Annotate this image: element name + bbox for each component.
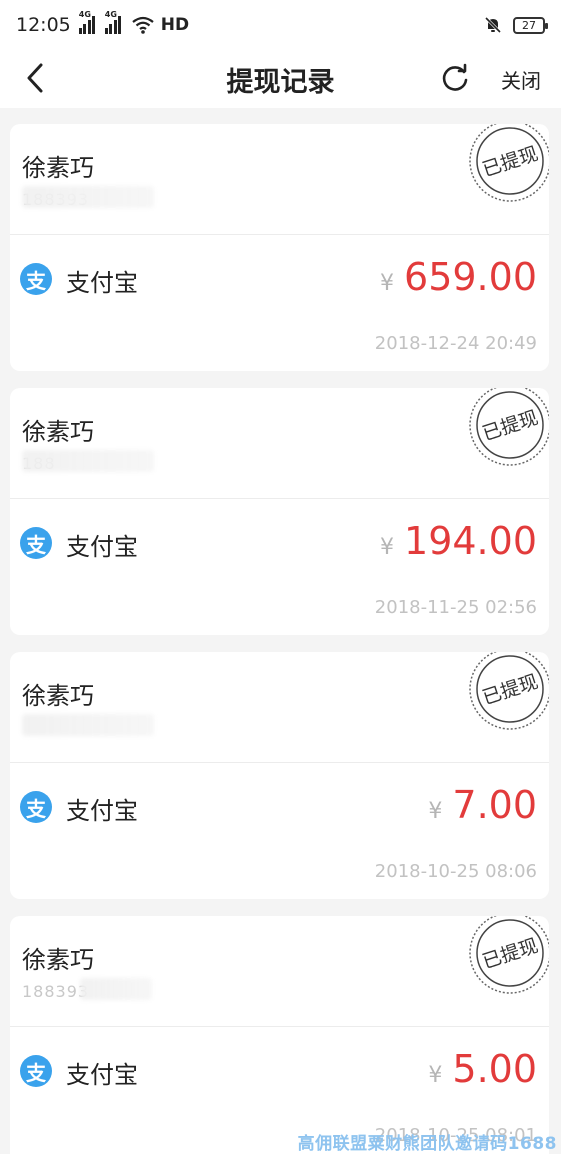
record-card[interactable]: 徐素巧 188 已提现 支 支付宝 ¥ 194.00 2018-11-25 02…: [10, 388, 549, 635]
withdrawn-stamp: 已提现: [469, 388, 549, 466]
record-datetime: 2018-12-24 20:49: [374, 333, 537, 354]
alipay-icon: 支: [20, 263, 52, 295]
refresh-button[interactable]: [438, 60, 472, 96]
record-card[interactable]: 徐素巧 188393 已提现 支 支付宝 ¥ 5.00 2018-10-25 0…: [10, 916, 549, 1154]
record-datetime: 2018-11-25 02:56: [374, 597, 537, 618]
page-title: 提现记录: [226, 66, 335, 98]
withdrawn-stamp: 已提现: [469, 652, 549, 730]
record-card-header: 徐素巧 已提现: [10, 652, 549, 763]
withdrawn-stamp: 已提现: [469, 916, 549, 994]
currency-symbol: ¥: [428, 1063, 443, 1088]
amount-value: 194.00: [404, 519, 537, 563]
record-datetime: 2018-10-25 08:06: [374, 861, 537, 882]
payment-method: 支付宝: [66, 1061, 138, 1089]
withdrawal-record-list: 徐素巧 188393 已提现 支 支付宝 ¥ 659.00 2018-12-24…: [10, 124, 549, 1154]
phone-privacy-mask: [22, 186, 154, 208]
record-card-body: 支 支付宝 ¥ 659.00 2018-12-24 20:49: [10, 235, 549, 371]
alipay-icon: 支: [20, 527, 52, 559]
signal-icon-sim2: 4G: [104, 10, 123, 34]
account-name: 徐素巧: [22, 418, 94, 446]
phone-privacy-mask: [22, 450, 154, 472]
account-name: 徐素巧: [22, 682, 94, 710]
record-card-header: 徐素巧 188393 已提现: [10, 916, 549, 1027]
refresh-icon: [442, 63, 468, 91]
stamp-text: 已提现: [480, 407, 541, 446]
amount: ¥ 7.00: [428, 783, 537, 827]
status-time: 12:05: [16, 14, 71, 36]
record-card-header: 徐素巧 188 已提现: [10, 388, 549, 499]
record-card-body: 支 支付宝 ¥ 7.00 2018-10-25 08:06: [10, 763, 549, 899]
status-bar: 12:05 4G 4G HD 27: [0, 0, 561, 50]
mute-bell-icon: [483, 15, 503, 35]
currency-symbol: ¥: [380, 535, 395, 560]
currency-symbol: ¥: [380, 271, 395, 296]
phone-privacy-mask: [22, 714, 154, 736]
amount-value: 5.00: [452, 1047, 537, 1091]
stamp-text: 已提现: [480, 671, 541, 710]
withdrawn-stamp: 已提现: [469, 124, 549, 202]
wifi-icon: [131, 16, 155, 34]
amount-value: 7.00: [452, 783, 537, 827]
payment-method: 支付宝: [66, 269, 138, 297]
close-button[interactable]: 关闭: [501, 65, 541, 94]
sim2-label: 4G: [104, 10, 117, 19]
record-card[interactable]: 徐素巧 188393 已提现 支 支付宝 ¥ 659.00 2018-12-24…: [10, 124, 549, 371]
record-card-header: 徐素巧 188393 已提现: [10, 124, 549, 235]
stamp-text: 已提现: [480, 935, 541, 974]
nav-bar: 提现记录 关闭: [0, 50, 561, 108]
stamp-text: 已提现: [480, 143, 541, 182]
amount: ¥ 194.00: [380, 519, 537, 563]
payment-method: 支付宝: [66, 533, 138, 561]
amount: ¥ 5.00: [428, 1047, 537, 1091]
hd-indicator: HD: [160, 15, 190, 35]
payment-method: 支付宝: [66, 797, 138, 825]
signal-icon-sim1: 4G: [78, 10, 97, 34]
currency-symbol: ¥: [428, 799, 443, 824]
amount: ¥ 659.00: [380, 255, 537, 299]
phone-privacy-mask: [80, 978, 152, 1000]
account-name: 徐素巧: [22, 154, 94, 182]
account-name: 徐素巧: [22, 946, 94, 974]
amount-value: 659.00: [404, 255, 537, 299]
sim1-label: 4G: [78, 10, 91, 19]
record-card-body: 支 支付宝 ¥ 194.00 2018-11-25 02:56: [10, 499, 549, 635]
record-card[interactable]: 徐素巧 已提现 支 支付宝 ¥ 7.00 2018-10-25 08:06: [10, 652, 549, 899]
watermark-text: 高佣联盟粟财熊团队邀请码1688: [297, 1134, 557, 1154]
back-button[interactable]: [18, 60, 52, 96]
chevron-left-icon: [27, 63, 43, 93]
alipay-icon: 支: [20, 1055, 52, 1087]
alipay-icon: 支: [20, 791, 52, 823]
battery-icon: 27: [513, 16, 548, 34]
